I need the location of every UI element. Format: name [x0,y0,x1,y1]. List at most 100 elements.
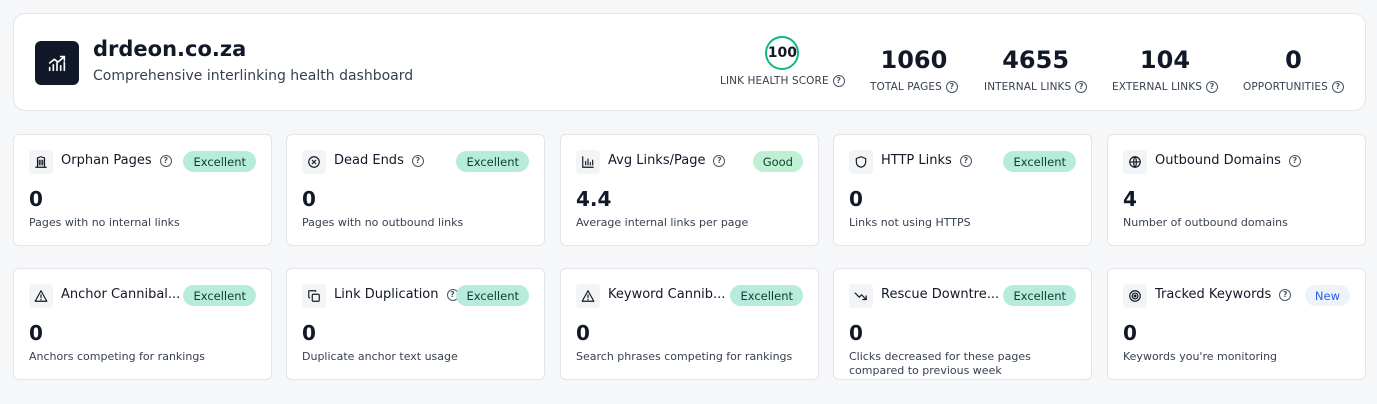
help-icon[interactable]: ? [1279,288,1292,301]
dashboard-header: drdeon.co.za Comprehensive interlinking … [13,13,1366,111]
help-icon[interactable]: ? [713,154,726,167]
status-badge: Excellent [1003,285,1076,306]
metric-card-avg-links[interactable]: Avg Links/Page? Good 4.4 Average interna… [560,134,819,246]
icon-box [849,284,873,308]
icon-box [1123,284,1147,308]
trend-down-icon [854,292,867,301]
chart-trend-icon [48,55,66,72]
status-badge: Excellent [183,285,256,306]
stat-label: OPPORTUNITIES [1243,81,1328,93]
icon-box [849,150,873,174]
status-badge: Excellent [456,151,529,172]
status-badge: Good [752,151,803,172]
card-description: Duplicate anchor text usage [302,350,458,363]
card-title: HTTP Links [881,153,952,168]
icon-box [302,284,326,308]
metric-card-rescue-downtrend[interactable]: Rescue Downtre...? Excellent 0 Clicks de… [833,268,1092,380]
stat-label: LINK HEALTH SCORE [720,75,829,87]
stat-total-pages: 1060 TOTAL PAGES? [870,42,958,93]
score-ring: 100 [765,36,800,70]
card-title: Rescue Downtre... [881,287,1000,302]
help-icon[interactable]: ? [832,75,845,87]
help-icon[interactable]: ? [1331,81,1344,93]
card-description: Pages with no outbound links [302,216,464,229]
card-description: Number of outbound domains [1123,216,1288,229]
metric-card-tracked-keywords[interactable]: Tracked Keywords? New 0 Keywords you're … [1107,268,1366,380]
card-value: 0 [849,321,863,345]
metric-card-http-links[interactable]: HTTP Links? Excellent 0 Links not using … [833,134,1092,246]
warning-icon [34,290,48,302]
card-value: 0 [29,321,43,345]
card-description: Clicks decreased for these pages compare… [849,350,1031,377]
logo [35,41,79,85]
card-title: Tracked Keywords [1155,287,1272,302]
help-icon[interactable]: ? [159,154,172,167]
status-badge: Excellent [1003,151,1076,172]
metric-card-anchor-cannibalization[interactable]: Anchor Cannibal...? Excellent 0 Anchors … [13,268,272,380]
icon-box [29,284,53,308]
status-badge: Excellent [183,151,256,172]
card-title: Avg Links/Page [608,153,706,168]
globe-icon [1129,156,1141,168]
icon-box [1123,150,1147,174]
card-description: Search phrases competing for rankings [576,350,793,363]
card-title: Orphan Pages [61,153,152,168]
card-title: Anchor Cannibal... [61,287,181,302]
stat-internal-links: 4655 INTERNAL LINKS? [984,42,1088,93]
help-icon[interactable]: ? [1205,81,1218,93]
help-icon[interactable]: ? [411,154,424,167]
card-value: 0 [1123,321,1137,345]
card-title: Keyword Cannib... [608,287,726,302]
card-value: 0 [576,321,590,345]
card-title: Link Duplication [334,287,439,302]
card-title: Outbound Domains [1155,153,1281,168]
card-description: Anchors competing for rankings [29,350,206,363]
metric-card-keyword-cannibalization[interactable]: Keyword Cannib...? Excellent 0 Search ph… [560,268,819,380]
icon-box [302,150,326,174]
shield-icon [855,156,867,168]
help-icon[interactable]: ? [1288,154,1301,167]
card-value: 4.4 [576,187,612,211]
stat-value: 104 [1139,46,1191,74]
bar-chart-icon [582,156,594,168]
card-description: Pages with no internal links [29,216,180,229]
help-icon[interactable]: ? [1075,81,1088,93]
help-icon[interactable]: ? [945,81,958,93]
card-value: 0 [302,187,316,211]
icon-box [29,150,53,174]
status-badge: Excellent [730,285,803,306]
card-value: 4 [1123,187,1137,211]
stat-opportunities: 0 OPPORTUNITIES? [1243,42,1344,93]
card-description: Links not using HTTPS [849,216,971,229]
stat-label: EXTERNAL LINKS [1112,81,1202,93]
building-icon [35,156,47,168]
metric-card-orphan-pages[interactable]: Orphan Pages? Excellent 0 Pages with no … [13,134,272,246]
stat-label: INTERNAL LINKS [984,81,1072,93]
status-badge: Excellent [456,285,529,306]
stat-label: TOTAL PAGES [870,81,942,93]
card-value: 0 [849,187,863,211]
stat-external-links: 104 EXTERNAL LINKS? [1112,42,1218,93]
card-value: 0 [29,187,43,211]
x-circle-icon [308,156,320,168]
help-icon[interactable]: ? [959,154,972,167]
target-icon [1129,290,1141,302]
status-badge: New [1304,285,1350,306]
metric-card-dead-ends[interactable]: Dead Ends? Excellent 0 Pages with no out… [286,134,545,246]
metric-card-outbound-domains[interactable]: Outbound Domains? 4 Number of outbound d… [1107,134,1366,246]
stat-value: 0 [1285,46,1302,74]
site-name: drdeon.co.za [93,37,247,61]
card-title: Dead Ends [334,153,404,168]
copy-icon [308,290,320,302]
icon-box [576,284,600,308]
warning-icon [581,290,595,302]
stat-value: 1060 [880,46,948,74]
metric-card-link-duplication[interactable]: Link Duplication? Excellent 0 Duplicate … [286,268,545,380]
card-description: Keywords you're monitoring [1123,350,1278,363]
page-subtitle: Comprehensive interlinking health dashbo… [93,68,414,84]
stat-value: 4655 [1002,46,1070,74]
stat-link-health-score: 100 LINK HEALTH SCORE? [720,36,845,87]
icon-box [576,150,600,174]
card-description: Average internal links per page [576,216,749,229]
card-value: 0 [302,321,316,345]
